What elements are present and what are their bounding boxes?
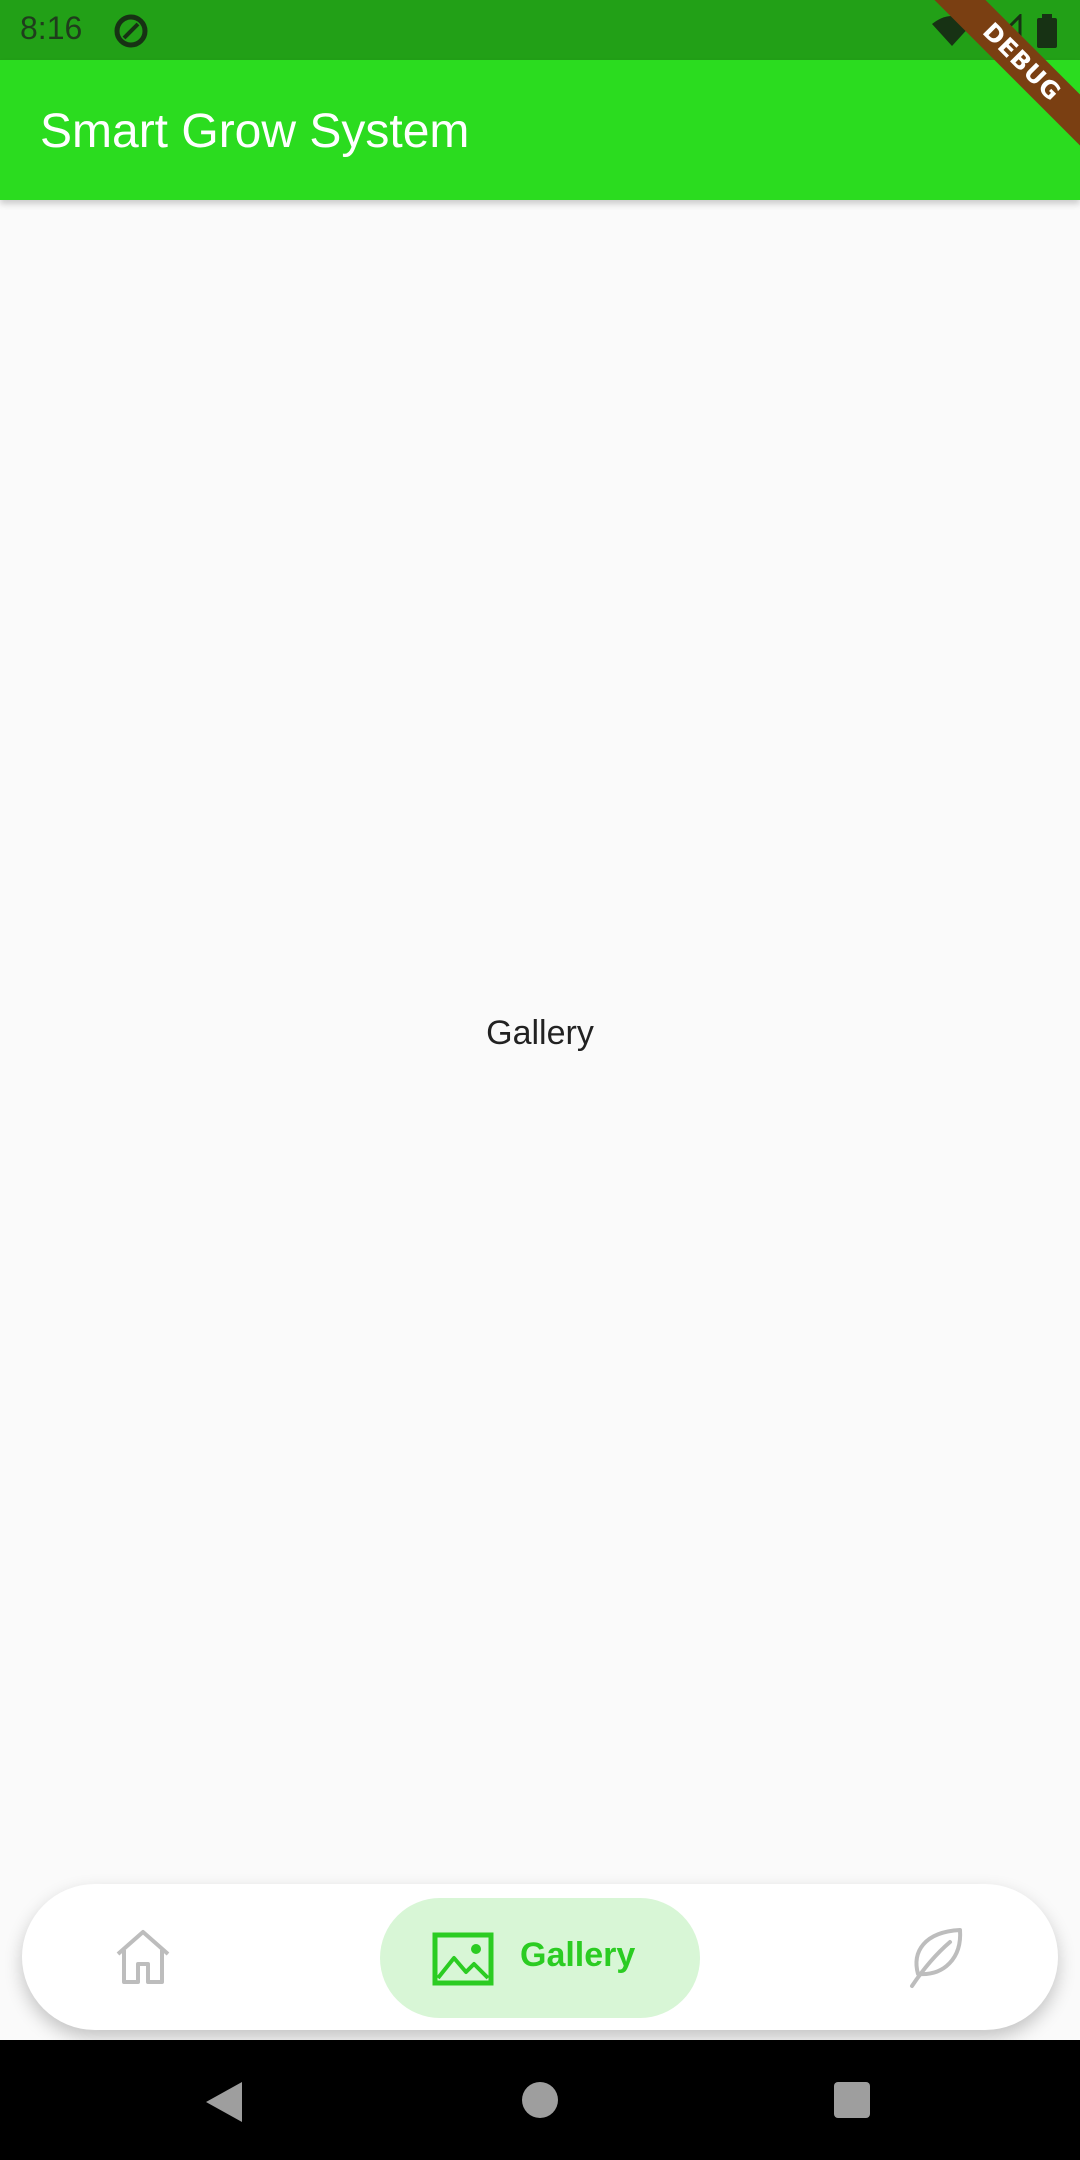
main-content: Gallery [0,200,1080,1880]
system-home-button[interactable] [522,2082,558,2118]
image-icon [432,1932,494,1986]
gallery-placeholder-text: Gallery [486,1014,594,1052]
leaf-icon [910,1928,963,1988]
bottom-navigation-bar: Gallery [22,1884,1058,2030]
back-icon[interactable] [204,2080,244,2124]
wifi-icon [932,16,972,46]
nav-item-gallery[interactable]: Gallery [380,1898,700,2018]
app-notification-icon [114,14,148,48]
nav-item-home[interactable] [82,1924,202,1990]
nav-item-gallery-label: Gallery [520,1936,636,1974]
nav-item-plants[interactable] [878,1924,998,1990]
app-title: Smart Grow System [40,105,470,158]
status-time: 8:16 [20,10,83,46]
screen: 8:16 Smart Grow System DEBUG Gallery Gal… [0,0,1080,2160]
home-icon [116,1930,170,1984]
status-bar: 8:16 [0,0,1080,60]
battery-icon [1037,14,1057,48]
signal-icon [988,14,1022,48]
app-bar: Smart Grow System [0,60,1080,200]
system-navigation-bar [0,2040,1080,2160]
recents-button[interactable] [834,2082,870,2118]
